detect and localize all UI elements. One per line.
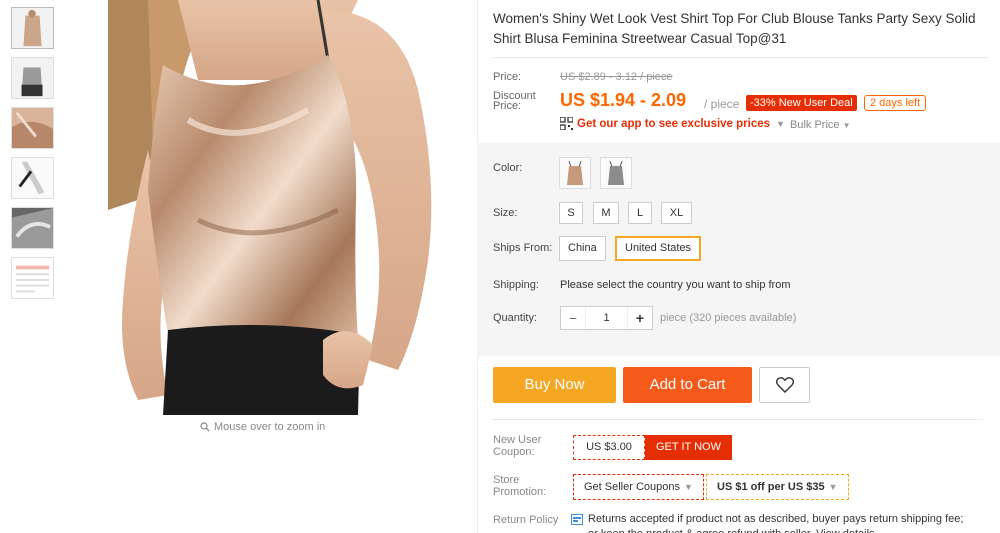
quantity-decrease-button[interactable]: − [561,307,585,329]
thumbnail-1[interactable] [11,7,54,49]
zoom-hint-text: Mouse over to zoom in [214,421,326,433]
seller-coupons-text: Get Seller Coupons [584,481,680,493]
return-policy-icon [571,514,583,525]
new-user-deal-badge: -33% New User Deal [746,95,857,111]
get-it-now-button[interactable]: GET IT NOW [645,435,732,460]
size-option-s[interactable]: S [559,202,583,224]
ships-from-label: Ships From: [493,242,553,254]
color-label: Color: [493,162,523,174]
app-promo-link[interactable]: Get our app to see exclusive prices ▼ [560,117,785,130]
actions-divider [493,419,983,420]
shipping-info: Please select the country you want to sh… [560,279,791,291]
thumbnail-4[interactable] [11,157,54,199]
size-option-xl[interactable]: XL [661,202,692,224]
add-to-cart-button[interactable]: Add to Cart [623,367,752,403]
zoom-hint: Mouse over to zoom in [200,421,325,433]
product-title: Women's Shiny Wet Look Vest Shirt Top Fo… [493,11,976,46]
chevron-down-icon: ▼ [684,482,693,492]
get-seller-coupons-button[interactable]: Get Seller Coupons ▼ [573,474,704,500]
main-product-image[interactable] [108,0,460,415]
size-label: Size: [493,207,518,219]
original-price: US $2.89 - 3.12 / piece [560,71,673,83]
size-option-l[interactable]: L [628,202,652,224]
heart-icon [775,377,794,393]
discount-price: US $1.94 - 2.09 [560,90,687,110]
app-promo-text: Get our app to see exclusive prices [577,117,771,130]
wishlist-button[interactable] [759,367,810,403]
chevron-down-icon: ▼ [828,482,838,492]
size-option-m[interactable]: M [593,202,619,224]
thumbnail-2[interactable] [11,57,54,99]
chevron-down-icon: ▼ [776,118,785,129]
new-user-coupon-amount: US $3.00 [573,435,645,460]
quantity-input[interactable]: 1 [585,307,628,329]
return-policy: Returns accepted if product not as descr… [571,512,971,533]
days-left-badge: 2 days left [864,95,927,111]
return-policy-text: Returns accepted if product not as descr… [588,513,964,533]
shipping-label: Shipping: [493,279,539,291]
thumbnail-6[interactable] [11,257,54,299]
quantity-stepper: − 1 + [560,306,653,330]
ships-from-china[interactable]: China [559,236,606,261]
discount-price-label: Discount Price: [493,90,536,112]
options-area [477,143,1000,356]
thumbnail-5[interactable] [11,207,54,249]
bulk-price-text: Bulk Price [790,119,840,131]
quantity-available: piece (320 pieces available) [660,312,797,324]
chevron-down-icon: ▼ [842,121,851,130]
thumbnail-list [11,7,54,307]
price-label: Price: [493,71,522,83]
store-offer-text: US $1 off per US $35 [717,481,825,493]
thumbnail-3[interactable] [11,107,54,149]
magnifier-icon [200,422,210,432]
title-divider [493,57,988,58]
product-info-panel: Women's Shiny Wet Look Vest Shirt Top Fo… [477,0,1000,533]
return-policy-label: Return Policy [493,514,559,526]
color-swatch-gold[interactable] [559,157,591,189]
buy-now-button[interactable]: Buy Now [493,367,616,403]
color-swatch-silver[interactable] [600,157,632,189]
ships-from-united-states[interactable]: United States [615,236,702,261]
bulk-price-link[interactable]: Bulk Price ▼ [790,119,851,131]
new-user-coupon-label: New User Coupon: [493,434,542,458]
qr-code-icon [560,117,573,130]
quantity-label: Quantity: [493,312,538,324]
price-unit: / piece [704,97,740,111]
store-promotion-label: Store Promotion: [493,474,547,498]
quantity-increase-button[interactable]: + [628,307,652,329]
store-offer-button[interactable]: US $1 off per US $35 ▼ [706,474,849,500]
